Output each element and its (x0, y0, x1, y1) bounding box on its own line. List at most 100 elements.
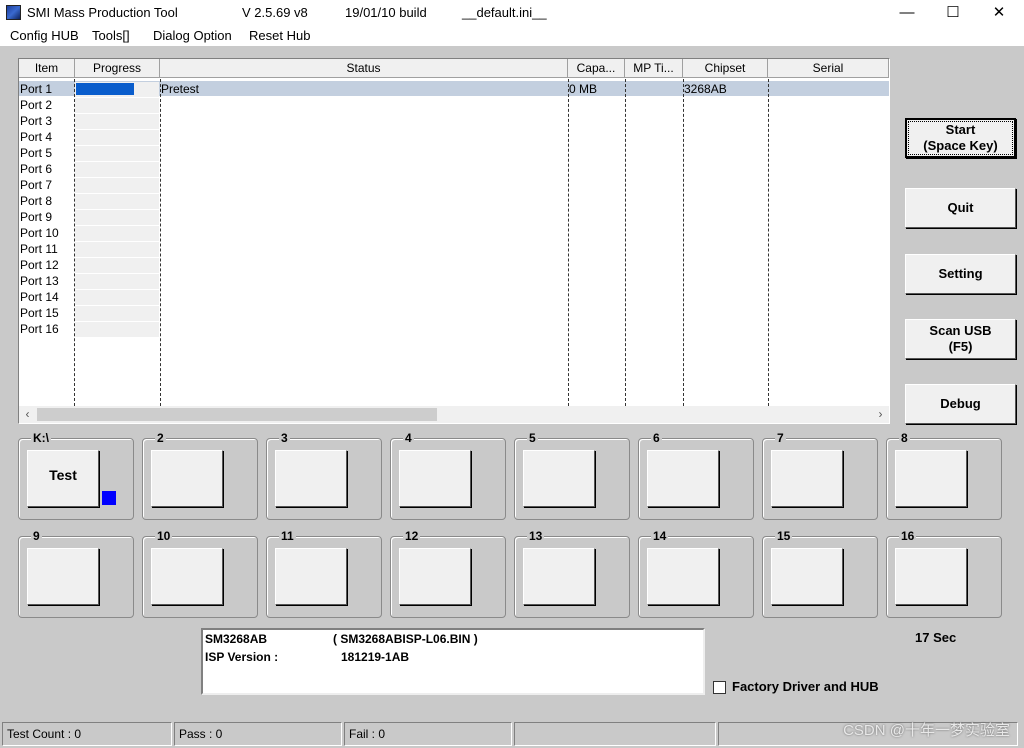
watermark: CSDN @十年一梦实验室 (843, 722, 1010, 739)
port-slot: 10 (142, 529, 258, 618)
column-header-mp-time[interactable]: MP Ti... (625, 59, 683, 78)
menu-reset-hub[interactable]: Reset Hub (249, 28, 310, 43)
port-item-label[interactable]: Port 6 (20, 161, 52, 177)
port-slot: 16 (886, 529, 1002, 618)
row-status: Pretest (161, 82, 200, 96)
progress-cell (75, 194, 159, 209)
menu-tools[interactable]: Tools[] (92, 28, 130, 43)
port-slot-button[interactable] (151, 450, 223, 507)
port-slot: K:\ Test (18, 431, 134, 520)
menu-bar: Config HUB Tools[] Dialog Option Reset H… (0, 26, 1024, 46)
scroll-left-icon[interactable]: ‹ (19, 406, 36, 423)
port-item-label[interactable]: Port 5 (20, 145, 52, 161)
progress-cell (75, 98, 159, 113)
port-slot-button[interactable]: Test (27, 450, 99, 507)
port-item-label[interactable]: Port 8 (20, 193, 52, 209)
debug-button[interactable]: Debug (905, 384, 1016, 424)
port-slot: 6 (638, 431, 754, 520)
quit-button[interactable]: Quit (905, 188, 1016, 228)
port-slot: 7 (762, 431, 878, 520)
port-slot-button[interactable] (275, 548, 347, 605)
port-item-label[interactable]: Port 14 (20, 289, 59, 305)
ini-label: __default.ini__ (462, 5, 547, 20)
port-slot-label: 3 (279, 431, 290, 445)
port-slot-label: 10 (155, 529, 173, 543)
port-slot-button[interactable] (771, 450, 843, 507)
column-divider (683, 79, 684, 406)
port-slot-button[interactable] (523, 548, 595, 605)
port-slot-button[interactable] (275, 450, 347, 507)
menu-dialog-option[interactable]: Dialog Option (153, 28, 232, 43)
maximize-icon[interactable]: ☐ (930, 0, 976, 26)
port-slot-label: 8 (899, 431, 910, 445)
port-slot-label: 6 (651, 431, 662, 445)
menu-config-hub[interactable]: Config HUB (10, 28, 79, 43)
column-header-capacity[interactable]: Capa... (568, 59, 625, 78)
port-slot-button[interactable] (771, 548, 843, 605)
port-slot-button[interactable] (895, 450, 967, 507)
port-item-label[interactable]: Port 1 (20, 81, 52, 97)
port-slot: 4 (390, 431, 506, 520)
port-item-label[interactable]: Port 9 (20, 209, 52, 225)
progress-cell (75, 274, 159, 289)
port-slot: 2 (142, 431, 258, 520)
row-capacity: 0 MB (569, 82, 598, 96)
chip-info-box: SM3268AB ( SM3268ABISP-L06.BIN ) ISP Ver… (201, 628, 705, 695)
port-item-label[interactable]: Port 10 (20, 225, 59, 241)
fail-status: Fail : 0 (344, 722, 512, 746)
progress-cell (75, 322, 159, 337)
scan-usb-button[interactable]: Scan USB (F5) (905, 319, 1016, 359)
port-slot-button[interactable] (399, 548, 471, 605)
progress-bar-fill (76, 83, 134, 95)
port-list[interactable]: Item Progress Status Capa... MP Ti... Ch… (18, 58, 890, 424)
setting-button[interactable]: Setting (905, 254, 1016, 294)
port-slot-button[interactable] (523, 450, 595, 507)
port-item-label[interactable]: Port 7 (20, 177, 52, 193)
port-slot: 13 (514, 529, 630, 618)
port-slot: 5 (514, 431, 630, 520)
port-slot-button[interactable] (27, 548, 99, 605)
start-button[interactable]: Start (Space Key) (905, 118, 1016, 158)
column-header-status[interactable]: Status (160, 59, 568, 78)
port-slot-button[interactable] (399, 450, 471, 507)
pass-status: Pass : 0 (174, 722, 342, 746)
port-item-label[interactable]: Port 12 (20, 257, 59, 273)
port-slot-button[interactable] (895, 548, 967, 605)
port-slot-button[interactable] (151, 548, 223, 605)
port-item-label[interactable]: Port 13 (20, 273, 59, 289)
test-count-status: Test Count : 0 (2, 722, 172, 746)
port-slot-label: 2 (155, 431, 166, 445)
port-slot-button[interactable] (647, 450, 719, 507)
horizontal-scrollbar[interactable]: ‹ › (19, 406, 889, 423)
port-item-label[interactable]: Port 11 (20, 241, 58, 257)
port-item-label[interactable]: Port 3 (20, 113, 52, 129)
column-header-item[interactable]: Item (19, 59, 75, 78)
column-header-serial[interactable]: Serial (768, 59, 889, 78)
port-item-label[interactable]: Port 2 (20, 97, 52, 113)
scroll-right-icon[interactable]: › (872, 406, 889, 423)
scrollbar-thumb[interactable] (37, 408, 437, 421)
port-slot: 3 (266, 431, 382, 520)
port-slot-label: 11 (279, 529, 296, 543)
port-slot-label: 14 (651, 529, 669, 543)
factory-driver-label[interactable]: Factory Driver and HUB (732, 679, 879, 694)
factory-driver-checkbox[interactable] (713, 681, 726, 694)
column-divider (160, 79, 161, 406)
port-slot: 12 (390, 529, 506, 618)
port-item-label[interactable]: Port 15 (20, 305, 59, 321)
app-icon (6, 5, 21, 20)
column-header-chipset[interactable]: Chipset (683, 59, 768, 78)
status-panel-empty (514, 722, 716, 746)
port-slot-label: 12 (403, 529, 421, 543)
port-item-label[interactable]: Port 16 (20, 321, 59, 337)
progress-cell (75, 130, 159, 145)
progress-cell (75, 178, 159, 193)
window-title: SMI Mass Production Tool (27, 5, 178, 20)
minimize-icon[interactable]: — (884, 0, 930, 26)
column-divider (625, 79, 626, 406)
port-slot-button[interactable] (647, 548, 719, 605)
port-item-label[interactable]: Port 4 (20, 129, 52, 145)
port-slot: 15 (762, 529, 878, 618)
column-header-progress[interactable]: Progress (75, 59, 160, 78)
close-icon[interactable]: ✕ (976, 0, 1022, 26)
